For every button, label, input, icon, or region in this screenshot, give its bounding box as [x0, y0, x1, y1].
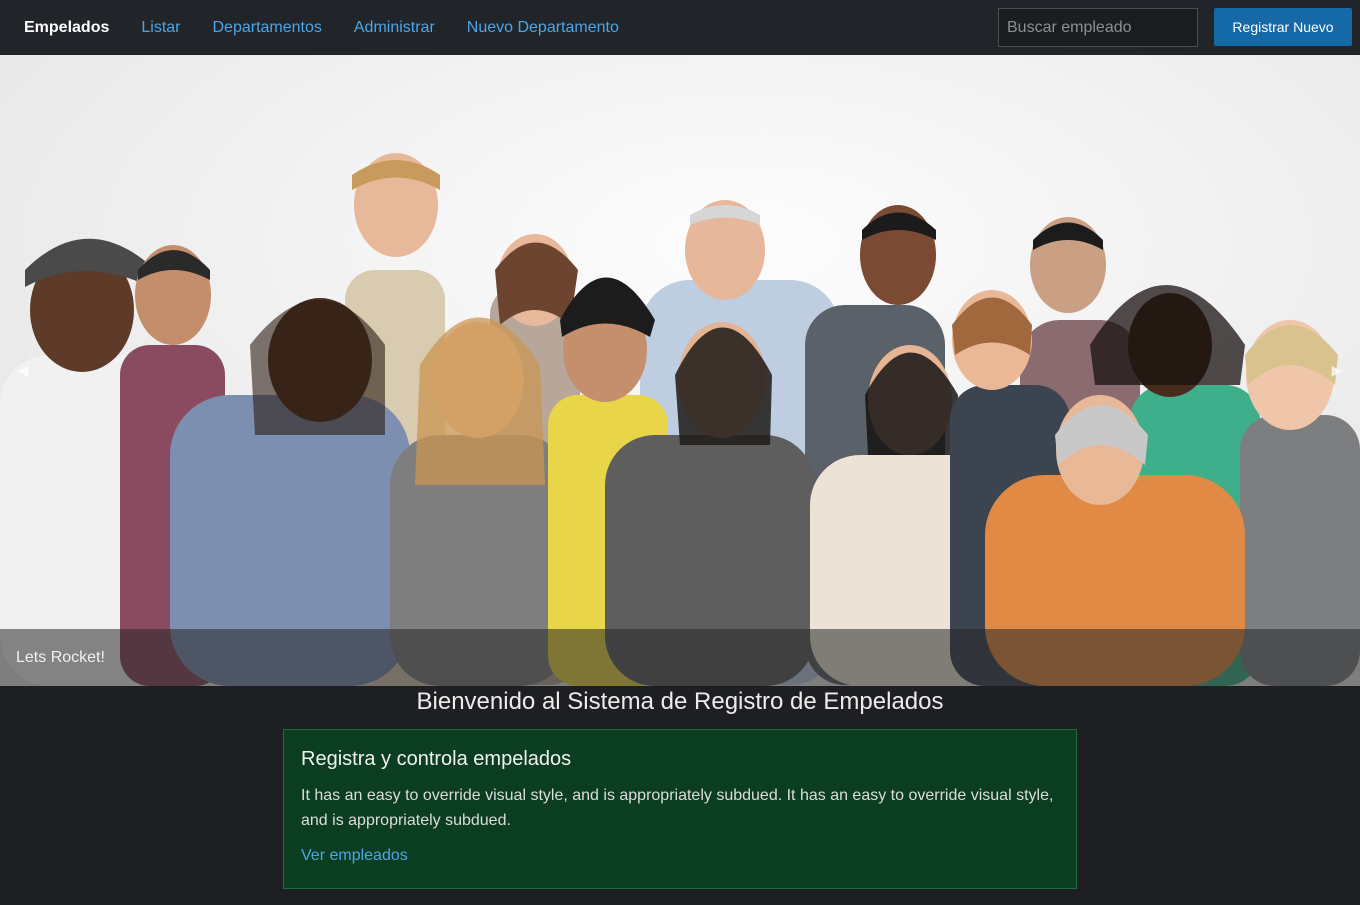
navbar-brand[interactable]: Empelados — [24, 19, 109, 37]
hero-carousel: ◀ ▶ Lets Rocket! — [0, 55, 1360, 686]
team-photo — [0, 55, 1360, 686]
chevron-left-icon[interactable]: ◀ — [14, 358, 32, 382]
nav-link-departamentos[interactable]: Departamentos — [212, 19, 321, 37]
chevron-right-icon[interactable]: ▶ — [1328, 358, 1346, 382]
page-title: Bienvenido al Sistema de Registro de Emp… — [416, 688, 944, 715]
nav-link-administrar[interactable]: Administrar — [354, 19, 435, 37]
search-input[interactable] — [998, 8, 1198, 47]
card-title: Registra y controla empelados — [301, 748, 572, 770]
navbar: Empelados Listar Departamentos Administr… — [0, 0, 1360, 55]
nav-link-nuevo-departamento[interactable]: Nuevo Departamento — [467, 19, 619, 37]
feature-card: Registra y controla empelados It has an … — [283, 729, 1077, 889]
view-employees-link[interactable]: Ver empleados — [301, 847, 408, 864]
register-new-button[interactable]: Registrar Nuevo — [1214, 8, 1352, 46]
card-text: It has an easy to override visual style,… — [301, 787, 1054, 829]
caption-text: Lets Rocket! — [16, 649, 105, 666]
nav-link-listar[interactable]: Listar — [141, 19, 180, 37]
carousel-caption: Lets Rocket! — [0, 629, 1360, 686]
